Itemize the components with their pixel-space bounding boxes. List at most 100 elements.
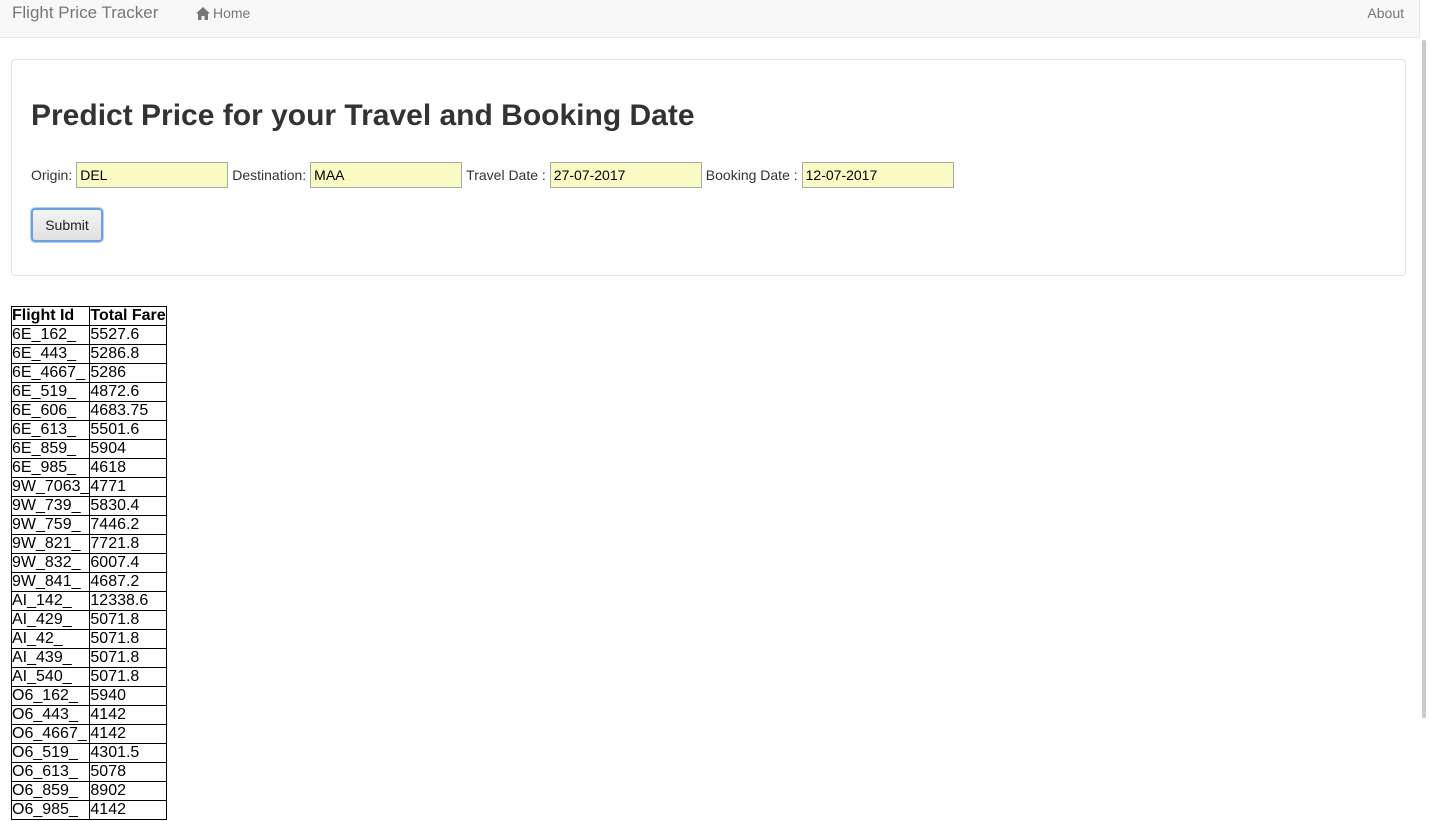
table-row: 9W_832_ 6007.4 [10, 553, 167, 573]
table-row: 9W_821_ 7721.8 [10, 534, 167, 554]
total-fare-cell: 5078 [89, 762, 167, 782]
flight-id-cell: O6_443_ [10, 705, 91, 725]
table-row: 6E_4667_ 5286 [10, 363, 167, 383]
flight-id-cell: 9W_7063_ [10, 477, 91, 497]
table-row: 9W_841_ 4687.2 [10, 572, 167, 592]
table-row: O6_519_ 4301.5 [10, 743, 167, 763]
flight-id-cell: O6_985_ [10, 800, 91, 820]
total-fare-cell: 5286.8 [89, 344, 167, 364]
page-title: Predict Price for your Travel and Bookin… [31, 99, 695, 132]
destination-label: Destination: [232, 167, 307, 183]
table-row: 6E_519_ 4872.6 [10, 382, 167, 402]
total-fare-cell: 5286 [89, 363, 167, 383]
table-row: AI_439_ 5071.8 [10, 648, 167, 668]
flight-id-cell: 9W_759_ [10, 515, 91, 535]
total-fare-cell: 5071.8 [89, 629, 167, 649]
flight-id-cell: AI_429_ [10, 610, 91, 630]
table-row: O6_613_ 5078 [10, 762, 167, 782]
column-header-flight-id: Flight Id [10, 306, 91, 326]
table-row: O6_985_ 4142 [10, 800, 167, 820]
travel-date-input[interactable] [549, 162, 702, 188]
table-row: AI_142_ 12338.6 [10, 591, 167, 611]
flight-id-cell: O6_519_ [10, 743, 91, 763]
total-fare-cell: 5501.6 [89, 420, 167, 440]
search-form-row: Origin: Destination: Travel Date : Booki… [31, 162, 958, 188]
table-row: AI_429_ 5071.8 [10, 610, 167, 630]
nav-home-link[interactable]: Home [196, 4, 250, 22]
total-fare-cell: 4142 [89, 705, 167, 725]
origin-label: Origin: [31, 167, 73, 183]
flight-id-cell: AI_540_ [10, 667, 91, 687]
total-fare-cell: 4618 [89, 458, 167, 478]
table-header-row: Flight Id Total Fare [10, 306, 167, 326]
total-fare-cell: 7721.8 [89, 534, 167, 554]
flight-id-cell: 9W_832_ [10, 553, 91, 573]
scrollbar-thumb[interactable] [1422, 40, 1426, 718]
table-body: 6E_162_ 5527.6 6E_443_ 5286.8 6E_4667_ 5286 6E… [10, 325, 167, 820]
table-row: 9W_7063_ 4771 [10, 477, 167, 497]
total-fare-cell: 5940 [89, 686, 167, 706]
flight-id-cell: AI_142_ [10, 591, 91, 611]
travel-date-label: Travel Date : [466, 167, 546, 183]
flight-id-cell: AI_439_ [10, 648, 91, 668]
table-row: O6_443_ 4142 [10, 705, 167, 725]
submit-button[interactable]: Submit [31, 208, 103, 242]
flight-id-cell: 9W_841_ [10, 572, 91, 592]
flight-id-cell: O6_613_ [10, 762, 91, 782]
home-icon [196, 6, 210, 20]
table-row: 6E_606_ 4683.75 [10, 401, 167, 421]
flight-id-cell: 6E_443_ [10, 344, 91, 364]
flight-id-cell: 6E_613_ [10, 420, 91, 440]
origin-input[interactable] [76, 162, 229, 188]
table-row: AI_540_ 5071.8 [10, 667, 167, 687]
flight-id-cell: O6_859_ [10, 781, 91, 801]
booking-date-label: Booking Date : [705, 167, 798, 183]
total-fare-cell: 8902 [89, 781, 167, 801]
total-fare-cell: 5071.8 [89, 610, 167, 630]
table-row: O6_4667_ 4142 [10, 724, 167, 744]
flight-id-cell: 6E_4667_ [10, 363, 91, 383]
flight-id-cell: 9W_739_ [10, 496, 91, 516]
total-fare-cell: 5071.8 [89, 667, 167, 687]
flight-id-cell: O6_4667_ [10, 724, 91, 744]
total-fare-cell: 5904 [89, 439, 167, 459]
table-row: 6E_443_ 5286.8 [10, 344, 167, 364]
page-scrollbar[interactable] [1420, 0, 1429, 821]
total-fare-cell: 4683.75 [89, 401, 167, 421]
table-row: 6E_162_ 5527.6 [10, 325, 167, 345]
table-row: O6_162_ 5940 [10, 686, 167, 706]
total-fare-cell: 4771 [89, 477, 167, 497]
flight-id-cell: 6E_859_ [10, 439, 91, 459]
nav-about-link[interactable]: About [1367, 4, 1404, 22]
column-header-total-fare: Total Fare [89, 306, 167, 326]
total-fare-cell: 5071.8 [89, 648, 167, 668]
booking-date-input[interactable] [801, 162, 954, 188]
table-row: AI_42_ 5071.8 [10, 629, 167, 649]
total-fare-cell: 4301.5 [89, 743, 167, 763]
total-fare-cell: 4142 [89, 800, 167, 820]
navbar: Flight Price Tracker Home About [0, 0, 1420, 38]
total-fare-cell: 7446.2 [89, 515, 167, 535]
total-fare-cell: 5527.6 [89, 325, 167, 345]
table-row: 6E_859_ 5904 [10, 439, 167, 459]
nav-home-label: Home [213, 5, 251, 21]
table-row: O6_859_ 8902 [10, 781, 167, 801]
prediction-form-panel: Predict Price for your Travel and Bookin… [11, 59, 1406, 276]
total-fare-cell: 4687.2 [89, 572, 167, 592]
total-fare-cell: 4142 [89, 724, 167, 744]
destination-input[interactable] [310, 162, 463, 188]
flight-id-cell: AI_42_ [10, 629, 91, 649]
table-row: 9W_739_ 5830.4 [10, 496, 167, 516]
flight-id-cell: 6E_162_ [10, 325, 91, 345]
table-row: 6E_613_ 5501.6 [10, 420, 167, 440]
flight-id-cell: 6E_985_ [10, 458, 91, 478]
brand-link[interactable]: Flight Price Tracker [12, 3, 158, 23]
fare-results-table: Flight Id Total Fare 6E_162_ 5527.6 6E_443… [10, 306, 167, 820]
total-fare-cell: 12338.6 [89, 591, 167, 611]
total-fare-cell: 6007.4 [89, 553, 167, 573]
flight-id-cell: 6E_606_ [10, 401, 91, 421]
flight-id-cell: 6E_519_ [10, 382, 91, 402]
table-row: 9W_759_ 7446.2 [10, 515, 167, 535]
flight-id-cell: O6_162_ [10, 686, 91, 706]
table-row: 6E_985_ 4618 [10, 458, 167, 478]
